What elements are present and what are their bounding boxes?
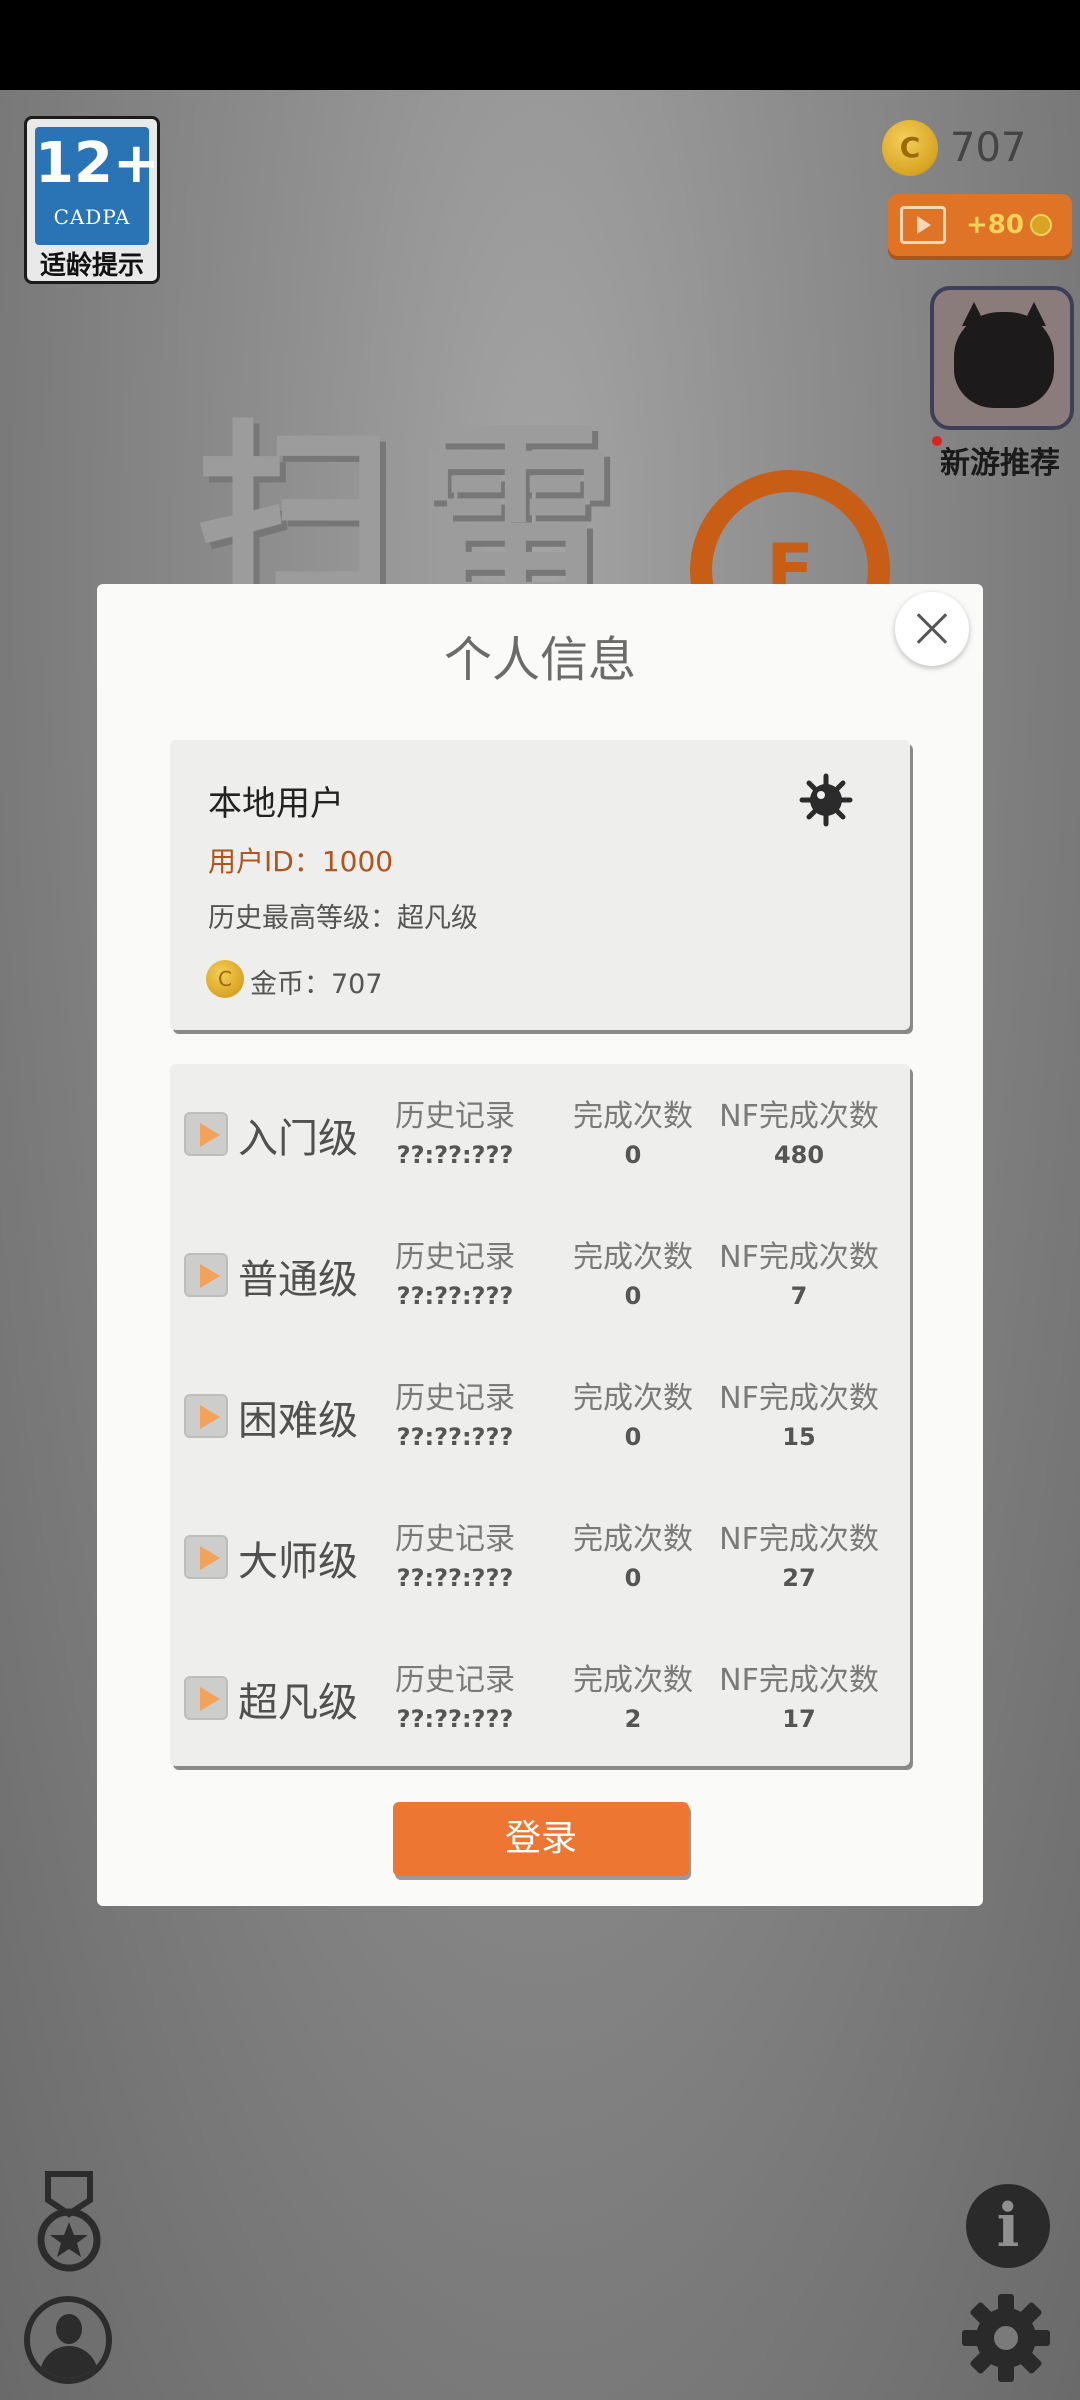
play-icon[interactable] [184,1676,228,1720]
table-row: 超凡级 历史记录 ??:??:??? 完成次数 2 NF完成次数 17 [170,1628,910,1768]
nf-completions-value: 7 [790,1282,808,1310]
coin-balance: 707 [950,125,1027,171]
coin-icon: C [206,960,244,998]
nf-completions-header: NF完成次数 [719,1381,879,1416]
table-row: 困难级 历史记录 ??:??:??? 完成次数 0 NF完成次数 15 [170,1346,910,1486]
level-name: 超凡级 [238,1680,358,1726]
login-button[interactable]: 登录 [393,1802,689,1876]
gear-icon[interactable] [960,2292,1052,2384]
completions-value: 0 [624,1141,642,1169]
user-id: 用户ID：1000 [208,845,394,878]
completions-cell: 完成次数 0 [568,1521,698,1597]
age-rating-badge[interactable]: 12+ CADPA 适龄提示 [24,116,160,284]
completions-value: 2 [624,1705,642,1733]
cat-icon [954,302,1054,408]
completions-header: 完成次数 [573,1663,693,1698]
history-cell: 历史记录 ??:??:??? [370,1521,540,1597]
play-icon[interactable] [184,1253,228,1297]
history-cell: 历史记录 ??:??:??? [370,1098,540,1174]
play-icon[interactable] [184,1112,228,1156]
recommend-label[interactable]: 新游推荐 [940,438,1060,482]
video-icon [900,206,946,244]
completions-cell: 完成次数 2 [568,1662,698,1738]
nf-completions-value: 17 [782,1705,816,1733]
age-rating-panel: 12+ CADPA [35,127,160,245]
nf-completions-cell: NF完成次数 7 [704,1239,894,1315]
coin-icon [1030,214,1052,236]
nf-completions-cell: NF完成次数 15 [704,1380,894,1456]
history-value: ??:??:??? [396,1282,514,1310]
age-rating-number: 12+ [35,131,160,196]
level-stats-table: 入门级 历史记录 ??:??:??? 完成次数 0 NF完成次数 480 普通级… [170,1064,910,1766]
history-cell: 历史记录 ??:??:??? [370,1239,540,1315]
level-name: 困难级 [238,1398,358,1444]
completions-header: 完成次数 [573,1522,693,1557]
completions-header: 完成次数 [573,1381,693,1416]
age-rating-org: CADPA [53,205,131,229]
nf-completions-value: 480 [773,1141,825,1169]
age-rating-tip: 适龄提示 [39,251,144,281]
user-best-level: 历史最高等级：超凡级 [208,903,478,934]
nf-completions-value: 15 [782,1423,816,1451]
nf-completions-cell: NF完成次数 17 [704,1662,894,1738]
watch-video-reward-button[interactable]: +80 [888,194,1072,256]
history-header: 历史记录 [395,1240,515,1275]
user-coins: 金币：707 [250,969,383,1000]
table-row: 入门级 历史记录 ??:??:??? 完成次数 0 NF完成次数 480 [170,1064,910,1204]
table-row: 普通级 历史记录 ??:??:??? 完成次数 0 NF完成次数 7 [170,1205,910,1345]
history-cell: 历史记录 ??:??:??? [370,1662,540,1738]
recommend-game-thumbnail[interactable] [930,286,1074,430]
table-row: 大师级 历史记录 ??:??:??? 完成次数 0 NF完成次数 27 [170,1487,910,1627]
completions-header: 完成次数 [573,1240,693,1275]
history-header: 历史记录 [395,1522,515,1557]
profile-head [56,2314,82,2344]
nf-completions-cell: NF完成次数 480 [704,1098,894,1174]
level-name: 普通级 [238,1257,358,1303]
history-value: ??:??:??? [396,1423,514,1451]
history-cell: 历史记录 ??:??:??? [370,1380,540,1456]
profile-dialog: 个人信息 本地用户 用户ID：1000 历史最高等级：超凡级 C 金币：707 … [97,584,983,1906]
info-icon[interactable]: i [966,2184,1050,2268]
completions-value: 0 [624,1564,642,1592]
close-icon[interactable] [895,592,969,666]
nf-completions-cell: NF完成次数 27 [704,1521,894,1597]
completions-cell: 完成次数 0 [568,1380,698,1456]
history-header: 历史记录 [395,1663,515,1698]
profile-body [40,2346,98,2378]
nf-completions-header: NF完成次数 [719,1663,879,1698]
history-header: 历史记录 [395,1381,515,1416]
nf-completions-header: NF完成次数 [719,1240,879,1275]
mine-icon [799,773,853,827]
play-icon[interactable] [184,1394,228,1438]
profile-icon[interactable] [24,2296,112,2384]
completions-header: 完成次数 [573,1099,693,1134]
completions-cell: 完成次数 0 [568,1098,698,1174]
play-icon[interactable] [184,1535,228,1579]
dialog-title: 个人信息 [443,632,636,688]
history-value: ??:??:??? [396,1564,514,1592]
nf-completions-value: 27 [782,1564,816,1592]
completions-value: 0 [624,1423,642,1451]
status-bar [0,0,1080,90]
user-name: 本地用户 [208,784,344,824]
nf-completions-header: NF完成次数 [719,1099,879,1134]
level-name: 大师级 [238,1539,358,1585]
video-reward-amount: +80 [966,210,1024,240]
coin-icon: C [882,120,938,176]
medal-icon[interactable] [34,2170,104,2276]
user-info-card: 本地用户 用户ID：1000 历史最高等级：超凡级 C 金币：707 [170,740,910,1030]
history-value: ??:??:??? [396,1141,514,1169]
completions-value: 0 [624,1282,642,1310]
history-header: 历史记录 [395,1099,515,1134]
history-value: ??:??:??? [396,1705,514,1733]
level-name: 入门级 [238,1116,358,1162]
nf-completions-header: NF完成次数 [719,1522,879,1557]
completions-cell: 完成次数 0 [568,1239,698,1315]
